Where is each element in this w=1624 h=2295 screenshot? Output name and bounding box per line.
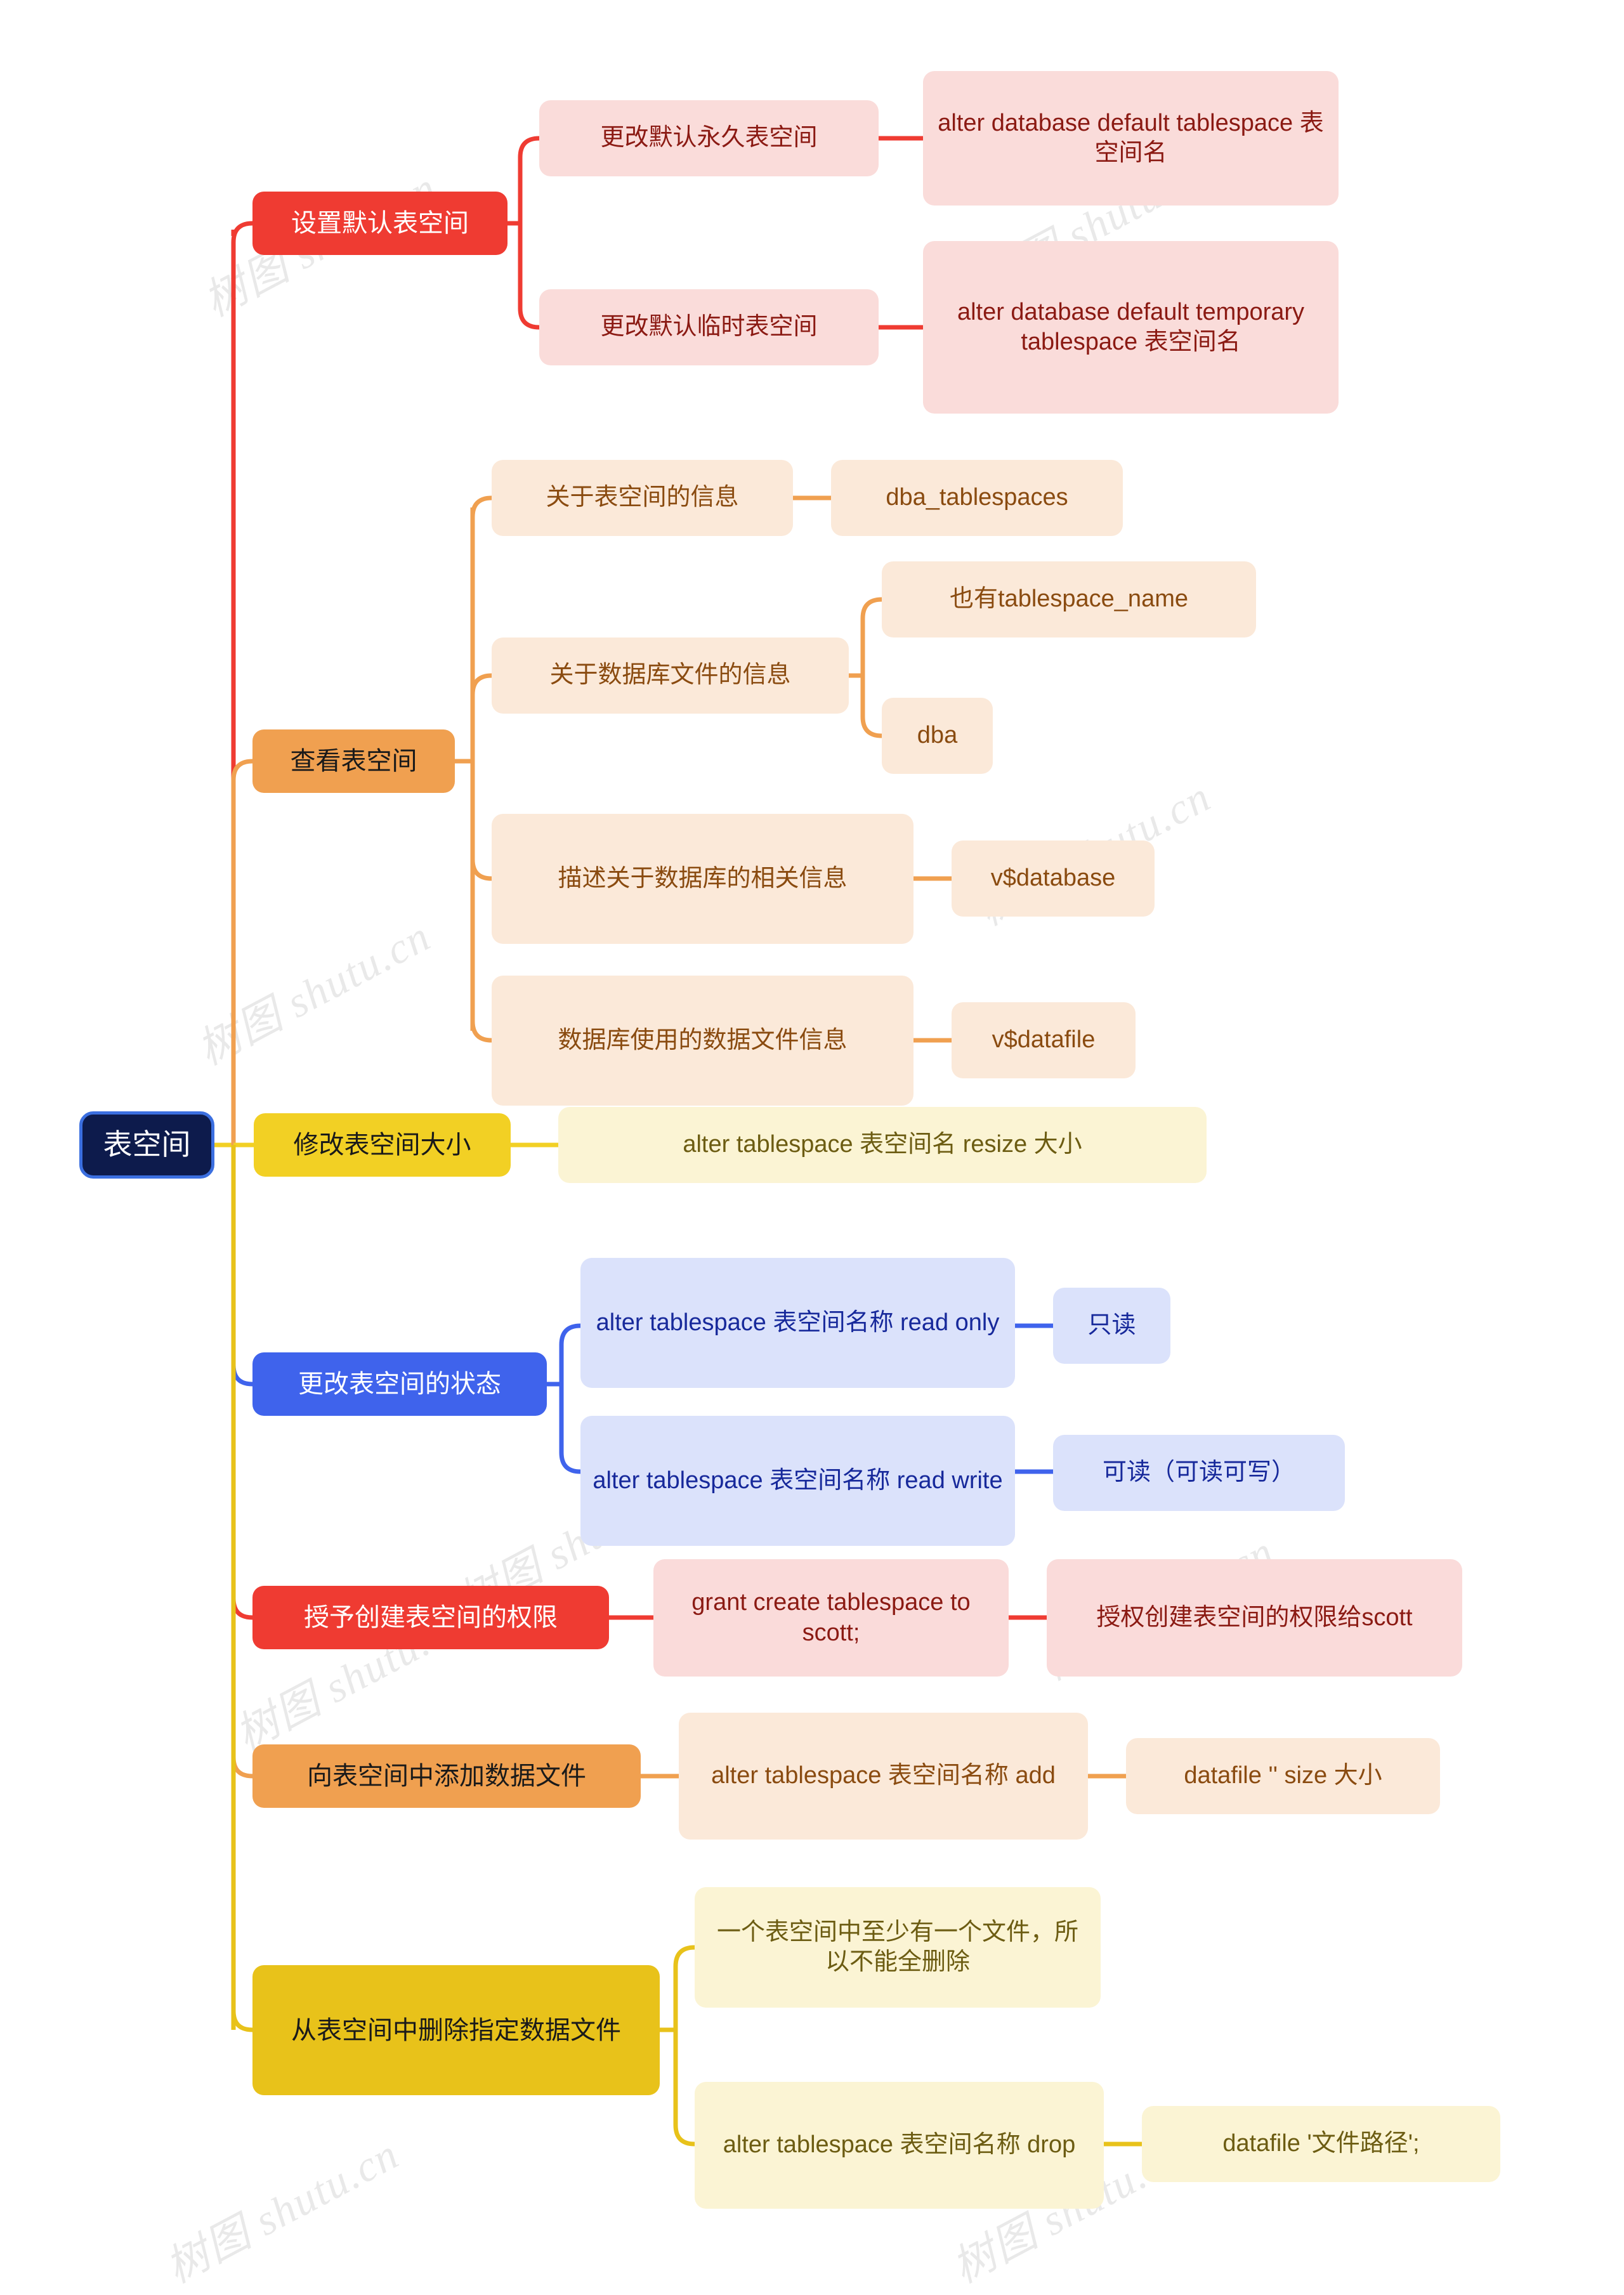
node-v-datafile[interactable]: v$datafile <box>952 1002 1136 1078</box>
branch-node-remove-datafile-from-tablespace[interactable]: 从表空间中删除指定数据文件 <box>252 1965 660 2095</box>
branch-node-resize-tablespace[interactable]: 修改表空间大小 <box>254 1113 511 1177</box>
node-describe-database-info[interactable]: 描述关于数据库的相关信息 <box>492 814 914 944</box>
node-alter-tablespace-drop[interactable]: alter tablespace 表空间名称 drop <box>695 2082 1104 2209</box>
node-datafile-path[interactable]: datafile '文件路径'; <box>1142 2106 1500 2182</box>
node-dba[interactable]: dba <box>882 698 993 774</box>
branch-node-add-datafile-to-tablespace[interactable]: 向表空间中添加数据文件 <box>252 1744 641 1808</box>
node-also-has-tablespace-name[interactable]: 也有tablespace_name <box>882 561 1256 638</box>
node-grant-privilege-explanation[interactable]: 授权创建表空间的权限给scott <box>1047 1559 1462 1677</box>
node-alter-tablespace-resize[interactable]: alter tablespace 表空间名 resize 大小 <box>558 1107 1207 1183</box>
node-read-only-label[interactable]: 只读 <box>1053 1288 1170 1364</box>
branch-node-grant-create-tablespace-privilege[interactable]: 授予创建表空间的权限 <box>252 1586 609 1649</box>
node-change-default-temporary-tablespace[interactable]: 更改默认临时表空间 <box>539 289 879 365</box>
mindmap-canvas: 树图 shutu.cn 树图 shutu.cn 树图 shutu.cn 树图 s… <box>0 0 1624 2292</box>
node-datafile-info-used-by-database[interactable]: 数据库使用的数据文件信息 <box>492 976 914 1106</box>
node-tablespace-must-keep-one-file[interactable]: 一个表空间中至少有一个文件，所以不能全删除 <box>695 1887 1101 2008</box>
branch-node-set-default-tablespace[interactable]: 设置默认表空间 <box>252 192 508 255</box>
node-datafile-size[interactable]: datafile '' size 大小 <box>1126 1738 1440 1814</box>
watermark: 树图 shutu.cn <box>189 911 438 1075</box>
watermark: 树图 shutu.cn <box>157 2129 407 2292</box>
mindmap-root-node[interactable]: 表空间 <box>79 1111 214 1179</box>
node-grant-create-tablespace-to-scott[interactable]: grant create tablespace to scott; <box>653 1559 1009 1677</box>
node-dba-tablespaces[interactable]: dba_tablespaces <box>831 460 1123 536</box>
node-v-database[interactable]: v$database <box>952 840 1155 917</box>
node-alter-tablespace-add[interactable]: alter tablespace 表空间名称 add <box>679 1713 1088 1840</box>
node-alter-tablespace-read-only[interactable]: alter tablespace 表空间名称 read only <box>580 1258 1015 1388</box>
node-alter-tablespace-read-write[interactable]: alter tablespace 表空间名称 read write <box>580 1416 1015 1546</box>
node-alter-database-default-temporary-tablespace[interactable]: alter database default temporary tablesp… <box>923 241 1339 414</box>
branch-node-change-tablespace-status[interactable]: 更改表空间的状态 <box>252 1352 547 1416</box>
node-tablespace-info[interactable]: 关于表空间的信息 <box>492 460 793 536</box>
node-change-default-permanent-tablespace[interactable]: 更改默认永久表空间 <box>539 100 879 176</box>
node-database-file-info[interactable]: 关于数据库文件的信息 <box>492 638 849 714</box>
branch-node-view-tablespace[interactable]: 查看表空间 <box>252 729 455 793</box>
node-readable-writable-label[interactable]: 可读（可读可写） <box>1053 1435 1345 1511</box>
node-alter-database-default-tablespace[interactable]: alter database default tablespace 表空间名 <box>923 71 1339 206</box>
